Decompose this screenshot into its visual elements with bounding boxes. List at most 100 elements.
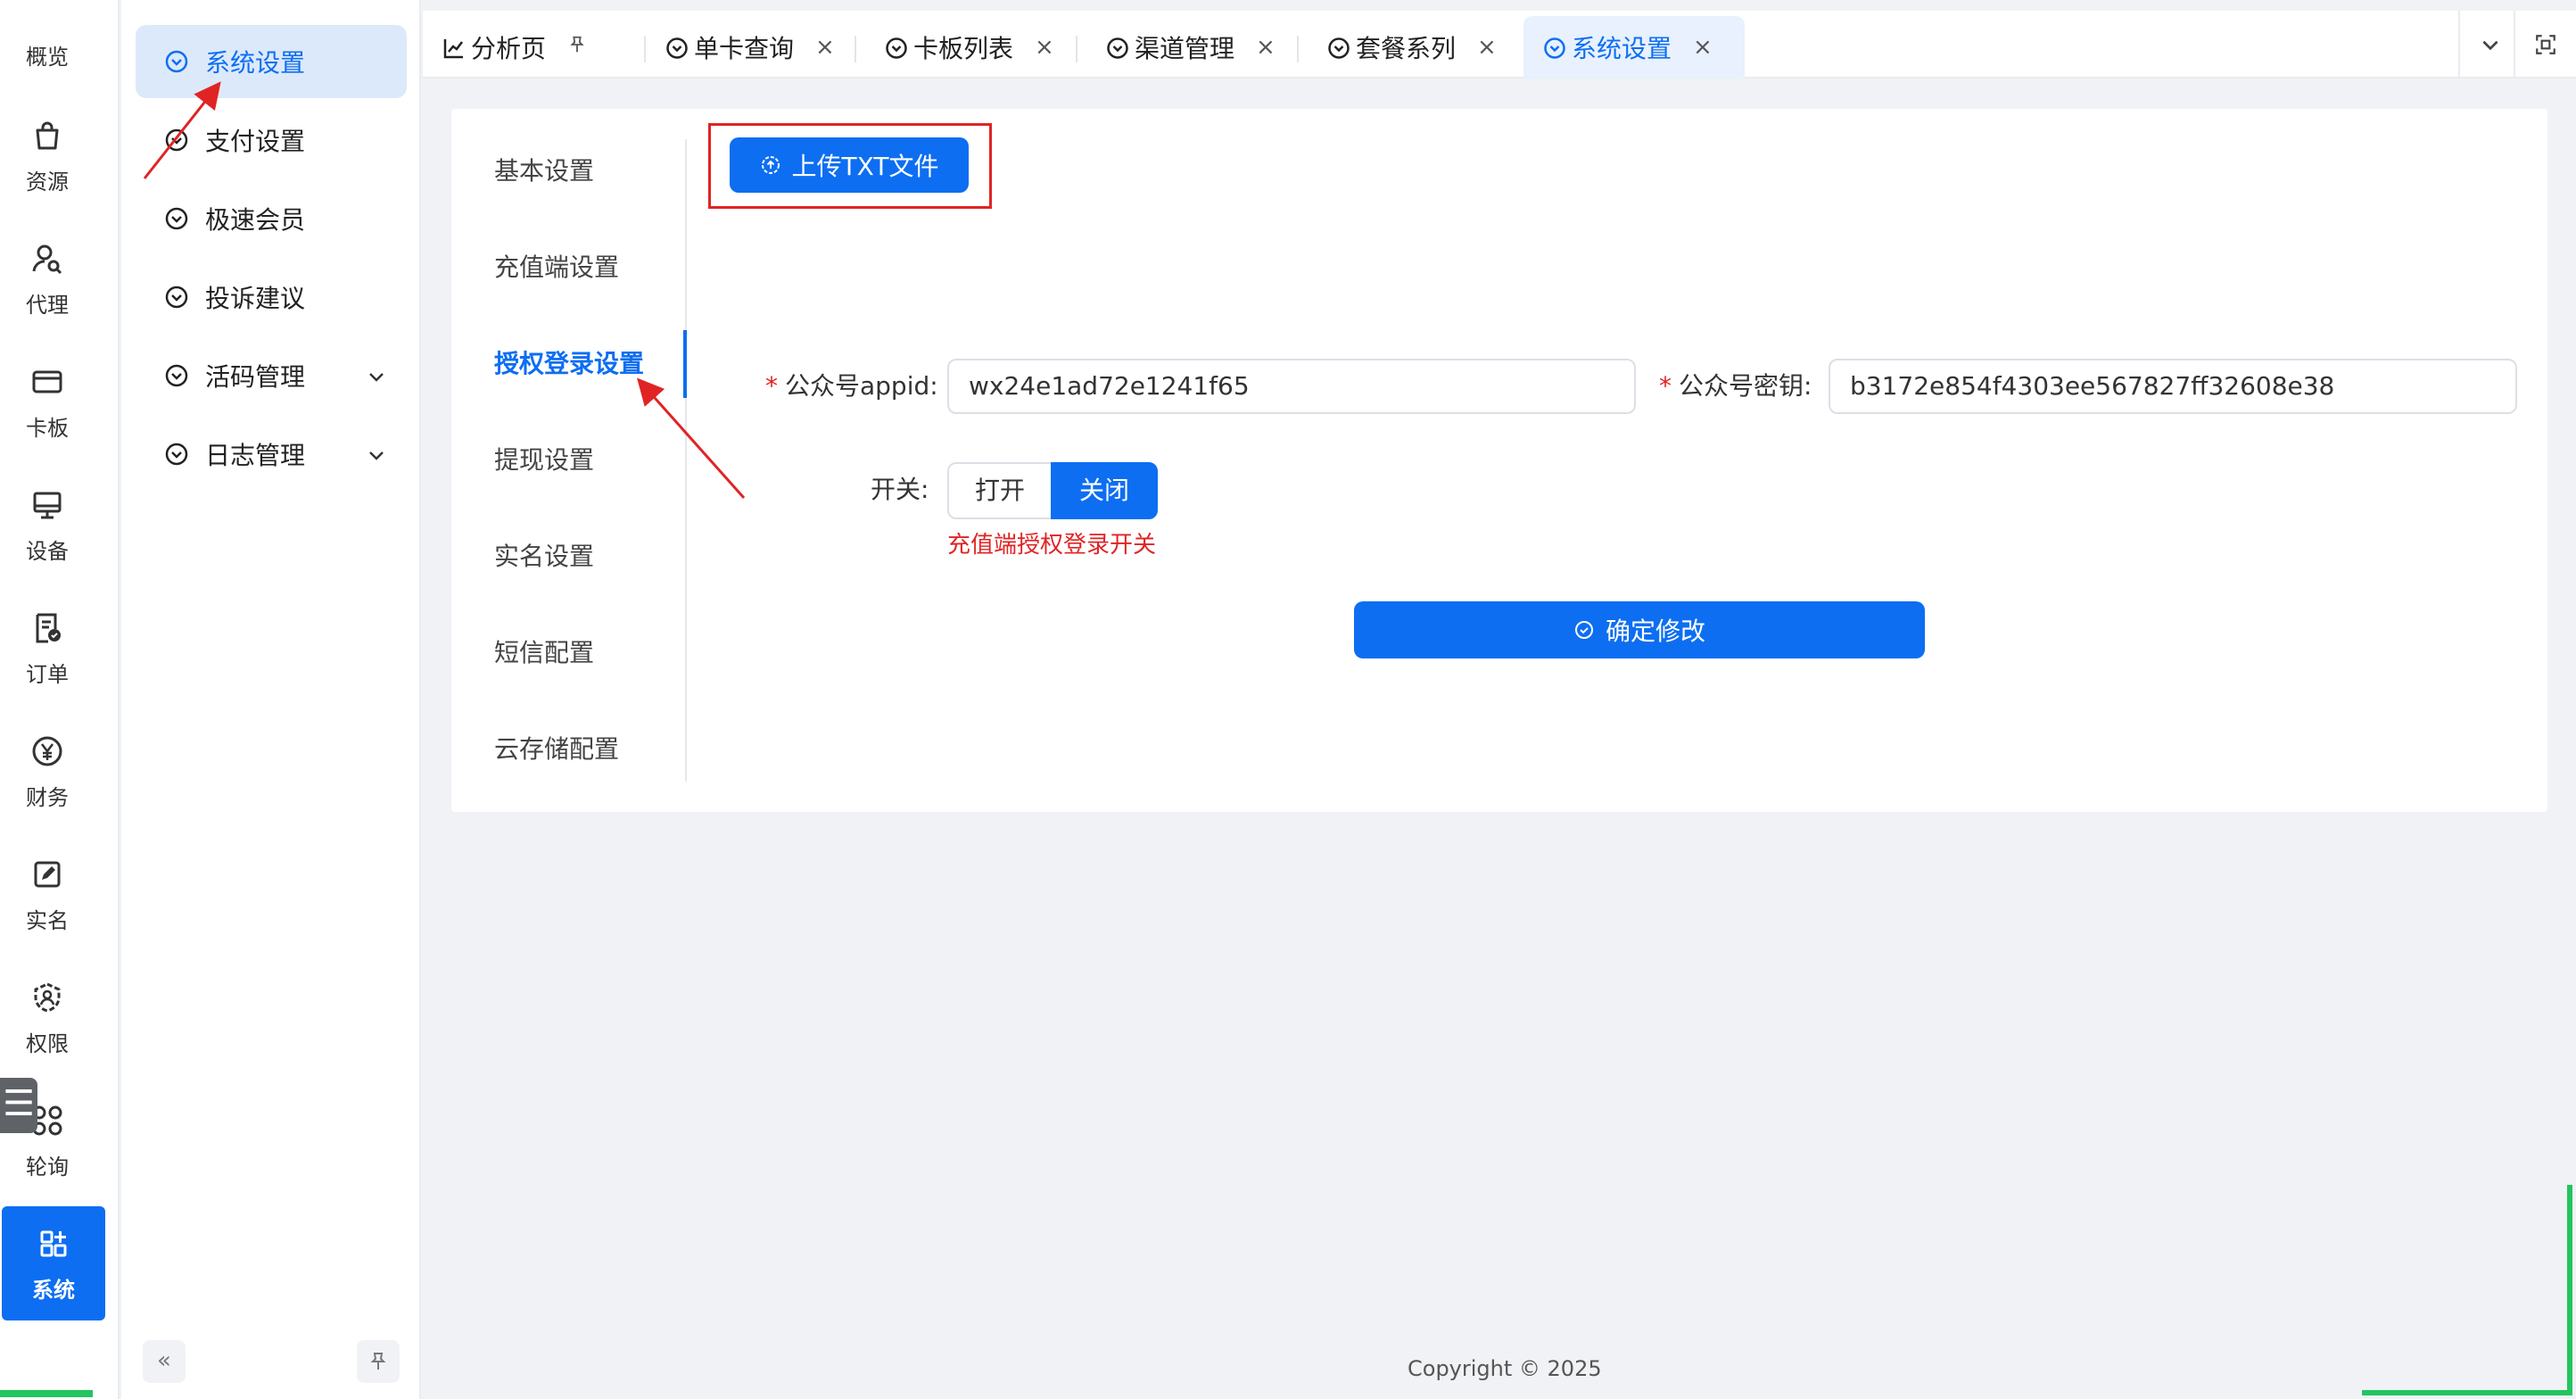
rail-label-finance: 财务 (26, 785, 69, 810)
tab-label: 单卡查询 (694, 34, 795, 63)
corner-accent-vertical (2567, 1185, 2572, 1395)
rail-item-finance[interactable]: 财务 (0, 733, 95, 811)
tab-separator (1076, 36, 1077, 62)
circle-chevron-icon (164, 285, 189, 310)
tab-label: 分析页 (471, 34, 547, 63)
tab-label: 渠道管理 (1135, 34, 1235, 63)
circle-chevron-icon (164, 363, 189, 388)
fullscreen-icon (2536, 35, 2555, 54)
subnav-basic-settings[interactable]: 基本设置 (494, 153, 594, 189)
collapse-sidebar-button[interactable]: « (143, 1340, 186, 1383)
pin-icon[interactable] (567, 34, 587, 61)
fullscreen-button[interactable] (2514, 11, 2576, 79)
shopping-bag-icon (29, 118, 65, 153)
circle-chevron-icon (164, 206, 189, 231)
rail-label-system: 系统 (32, 1278, 75, 1303)
circle-chevron-icon (164, 49, 189, 74)
menu-item-logs[interactable]: 日志管理 (136, 418, 407, 491)
tab-card-board-list[interactable]: 卡板列表 × (865, 16, 1054, 79)
chevron-down-icon (2482, 40, 2498, 51)
rail-label-agents: 代理 (26, 293, 69, 318)
required-mark: * (765, 371, 778, 401)
rail-item-permission[interactable]: 权限 (0, 980, 95, 1057)
subnav-sms-config[interactable]: 短信配置 (494, 635, 594, 671)
appid-input[interactable]: wx24e1ad72e1241f65 (947, 359, 1636, 414)
rail-item-system[interactable]: 系统 (2, 1206, 105, 1320)
confirm-modify-label: 确定修改 (1605, 617, 1705, 646)
close-icon[interactable]: × (1035, 34, 1054, 61)
subnav-divider (685, 139, 687, 782)
menu-item-complaints[interactable]: 投诉建议 (136, 261, 407, 334)
label-colon: : (1804, 371, 1812, 401)
tab-label: 系统设置 (1572, 34, 1672, 63)
menu-item-label: 活码管理 (205, 362, 306, 392)
rail-label-realname: 实名 (26, 908, 69, 933)
menu-item-live-code[interactable]: 活码管理 (136, 339, 407, 412)
subnav-cloud-storage-config[interactable]: 云存储配置 (494, 732, 619, 767)
tab-list-dropdown-button[interactable] (2458, 11, 2521, 79)
rail-item-realname[interactable]: 实名 (0, 857, 95, 934)
secret-label-text: 公众号密钥 (1679, 371, 1804, 401)
menu-item-system-settings[interactable]: 系统设置 (136, 25, 407, 98)
upload-txt-button[interactable]: 上传TXT文件 (730, 137, 969, 193)
rail-item-overview[interactable]: 概览 (0, 39, 95, 70)
upload-txt-label: 上传TXT文件 (791, 152, 939, 181)
switch-hint: 充值端授权登录开关 (947, 532, 1157, 559)
card-icon (29, 364, 65, 400)
menu-item-payment-settings[interactable]: 支付设置 (136, 103, 407, 177)
menu-item-label: 投诉建议 (205, 284, 306, 313)
tab-label: 套餐系列 (1356, 34, 1457, 63)
menu-item-label: 支付设置 (205, 127, 306, 156)
circle-chevron-icon (164, 442, 189, 467)
rail-label-devices: 设备 (26, 539, 69, 564)
subnav-active-indicator (683, 330, 687, 398)
tab-single-card-query[interactable]: 单卡查询 × (646, 16, 835, 79)
appid-label: * 公众号appid: (765, 359, 938, 414)
circle-chevron-icon (885, 37, 908, 60)
rail-item-devices[interactable]: 设备 (0, 487, 95, 565)
grid-apps-icon (36, 1226, 71, 1262)
subnav-recharge-settings[interactable]: 充值端设置 (494, 250, 619, 286)
secret-label: * 公众号密钥: (1659, 359, 1812, 414)
rail-label-cards: 卡板 (26, 416, 69, 441)
close-icon[interactable]: × (1256, 34, 1276, 61)
close-icon[interactable]: × (1693, 34, 1713, 61)
close-icon[interactable]: × (815, 34, 835, 61)
upload-icon (760, 154, 781, 176)
tab-package-series[interactable]: 套餐系列 × (1308, 16, 1497, 79)
menu-item-label: 极速会员 (205, 205, 306, 235)
pin-sidebar-button[interactable] (357, 1340, 400, 1383)
rail-item-resources[interactable]: 资源 (0, 118, 95, 195)
switch-on-option[interactable]: 打开 (947, 462, 1053, 519)
required-mark: * (1659, 371, 1672, 401)
system-submenu: 系统设置 支付设置 极速会员 投诉建议 活码管理 日志管理 « (121, 0, 421, 1399)
tab-analysis[interactable]: 分析页 (423, 16, 587, 79)
settings-card: 基本设置 充值端设置 授权登录设置 提现设置 实名设置 短信配置 云存储配置 上… (451, 109, 2547, 812)
pin-icon (370, 1353, 386, 1370)
tab-channel-management[interactable]: 渠道管理 × (1086, 16, 1276, 79)
tab-separator (1297, 36, 1299, 62)
rail-bottom-accent (0, 1390, 93, 1397)
subnav-realname-settings[interactable]: 实名设置 (494, 539, 594, 575)
tab-bar: 分析页 单卡查询 × 卡板列表 × 渠道管理 × 套餐系列 × 系统设置 × (423, 11, 2576, 79)
check-circle-icon (1573, 619, 1595, 641)
rail-item-cards[interactable]: 卡板 (0, 364, 95, 442)
secret-input[interactable]: b3172e854f4303ee567827ff32608e38 (1829, 359, 2517, 414)
subnav-withdraw-settings[interactable]: 提现设置 (494, 443, 594, 478)
close-icon[interactable]: × (1477, 34, 1497, 61)
rail-item-orders[interactable]: 订单 (0, 610, 95, 688)
rail-label-resources: 资源 (26, 170, 69, 195)
subnav-auth-login-settings[interactable]: 授权登录设置 (494, 346, 644, 382)
switch-off-option[interactable]: 关闭 (1051, 462, 1158, 519)
appid-label-text: 公众号appid (785, 371, 930, 401)
rail-item-agents[interactable]: 代理 (0, 241, 95, 319)
confirm-modify-button[interactable]: 确定修改 (1354, 601, 1925, 658)
order-icon (29, 610, 65, 646)
circle-chevron-icon (164, 128, 189, 153)
circle-chevron-icon (665, 37, 689, 60)
switch-label: 开关: (871, 475, 929, 504)
tab-system-settings[interactable]: 系统设置 × (1523, 16, 1745, 79)
menu-item-express-member[interactable]: 极速会员 (136, 182, 407, 255)
rail-drawer-handle[interactable]: ☰ (0, 1078, 37, 1133)
tab-separator (855, 36, 856, 62)
